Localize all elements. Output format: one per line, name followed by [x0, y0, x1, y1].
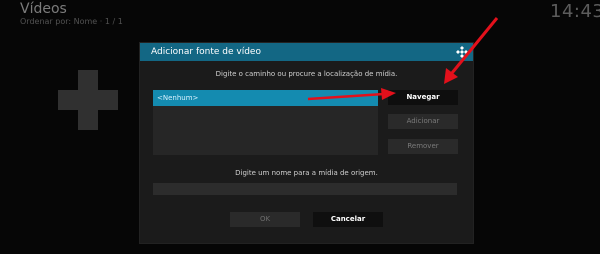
cancel-button[interactable]: Cancelar	[313, 212, 383, 227]
path-list[interactable]: <Nenhum>	[153, 90, 378, 155]
kodi-logo-icon	[456, 46, 468, 58]
ok-button[interactable]: OK	[230, 212, 300, 227]
remove-button[interactable]: Remover	[388, 139, 458, 154]
path-list-item[interactable]: <Nenhum>	[153, 90, 378, 106]
add-video-source-dialog: Adicionar fonte de vídeo Digite o caminh…	[139, 42, 474, 244]
path-instruction: Digite o caminho ou procure a localizaçã…	[215, 70, 398, 78]
dialog-header: Adicionar fonte de vídeo	[140, 43, 473, 61]
add-button[interactable]: Adicionar	[388, 114, 458, 129]
browse-button[interactable]: Navegar	[388, 90, 458, 105]
name-instruction: Digite um nome para a mídia de origem.	[235, 169, 378, 177]
source-name-input[interactable]	[153, 183, 457, 195]
path-list-item-label: <Nenhum>	[157, 94, 199, 102]
dialog-title: Adicionar fonte de vídeo	[151, 47, 261, 57]
